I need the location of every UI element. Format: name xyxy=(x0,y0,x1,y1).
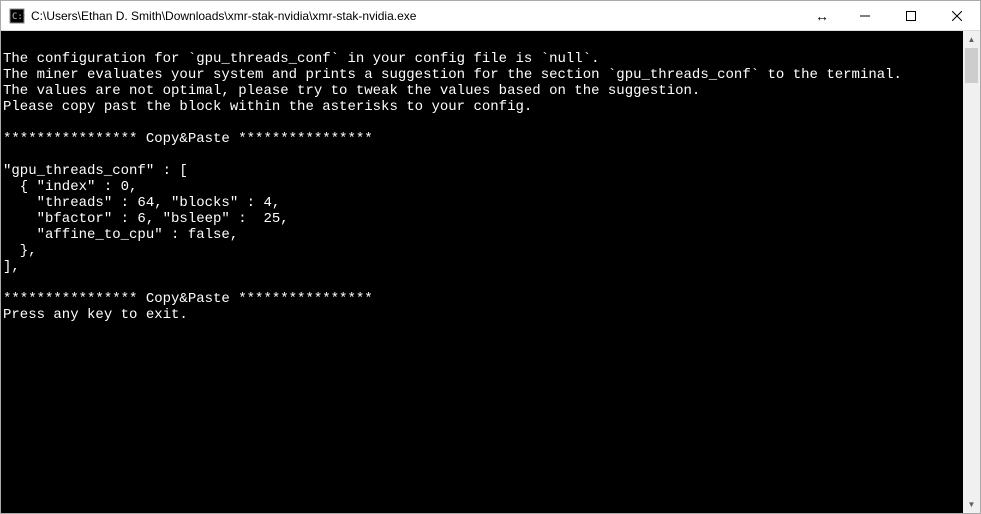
svg-text:C:\: C:\ xyxy=(12,12,25,22)
client-area: The configuration for `gpu_threads_conf`… xyxy=(1,31,980,513)
scrollbar-thumb[interactable] xyxy=(965,48,978,83)
vertical-scrollbar[interactable]: ▲ ▼ xyxy=(963,31,980,513)
console-window: C:\ C:\Users\Ethan D. Smith\Downloads\xm… xyxy=(0,0,981,514)
window-title: C:\Users\Ethan D. Smith\Downloads\xmr-st… xyxy=(31,9,802,23)
maximize-button[interactable] xyxy=(888,1,934,31)
titlebar[interactable]: C:\ C:\Users\Ethan D. Smith\Downloads\xm… xyxy=(1,1,980,31)
console-output[interactable]: The configuration for `gpu_threads_conf`… xyxy=(1,31,963,513)
scrollbar-down-arrow[interactable]: ▼ xyxy=(963,496,980,513)
window-controls: ↔ xyxy=(802,1,980,31)
scrollbar-up-arrow[interactable]: ▲ xyxy=(963,31,980,48)
app-icon: C:\ xyxy=(9,8,25,24)
close-button[interactable] xyxy=(934,1,980,31)
scrollbar-track[interactable] xyxy=(963,48,980,496)
minimize-button[interactable] xyxy=(842,1,888,31)
resize-hint-icon: ↔ xyxy=(802,1,842,31)
